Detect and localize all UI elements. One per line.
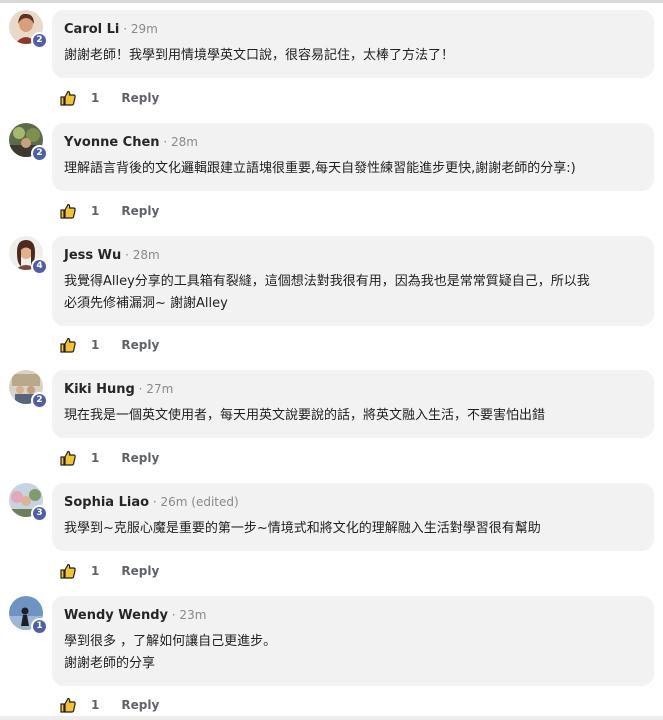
thumbs-up-icon[interactable] xyxy=(60,450,76,466)
author-name[interactable]: Sophia Liao xyxy=(64,495,149,510)
comment-actions: 1 Reply xyxy=(60,695,159,715)
author-name[interactable]: Wendy Wendy xyxy=(64,608,168,623)
rank-badge: 2 xyxy=(31,145,48,162)
comment-actions: 1 Reply xyxy=(60,561,159,581)
comment-bubble: Yvonne Chen · 28m 理解語言背後的文化邏輯跟建立語塊很重要,每天… xyxy=(52,123,654,191)
comment-timestamp[interactable]: · 29m xyxy=(119,22,158,36)
comment-bubble: Kiki Hung · 27m 現在我是一個英文使用者，每天用英文說要說的話，將… xyxy=(52,370,654,438)
comment-bubble: Wendy Wendy · 23m 學到很多 ，了解如何讓自己更進步。 謝謝老師… xyxy=(52,596,654,686)
comment-bubble: Jess Wu · 28m 我覺得Alley分享的工具箱有裂縫，這個想法對我很有… xyxy=(52,236,654,326)
author-name[interactable]: Yvonne Chen xyxy=(64,135,160,150)
comment-header: Jess Wu · 28m xyxy=(64,246,642,265)
top-divider xyxy=(0,0,663,3)
like-count: 1 xyxy=(91,451,100,465)
thumbs-up-icon[interactable] xyxy=(60,337,76,353)
avatar[interactable]: 2 xyxy=(9,370,48,412)
comment-header: Carol Li · 29m xyxy=(64,20,642,39)
reply-button[interactable]: Reply xyxy=(121,91,159,105)
comment-actions: 1 Reply xyxy=(60,335,159,355)
like-count: 1 xyxy=(91,698,100,712)
comment-header: Kiki Hung · 27m xyxy=(64,380,642,399)
reply-button[interactable]: Reply xyxy=(121,338,159,352)
rank-badge: 2 xyxy=(31,32,48,49)
like-count: 1 xyxy=(91,338,100,352)
reply-button[interactable]: Reply xyxy=(121,451,159,465)
comment-header: Yvonne Chen · 28m xyxy=(64,133,642,152)
comment-header: Sophia Liao · 26m (edited) xyxy=(64,493,642,512)
avatar[interactable]: 4 xyxy=(9,236,48,278)
rank-badge: 4 xyxy=(31,258,48,275)
comment-timestamp[interactable]: · 26m (edited) xyxy=(149,495,239,509)
comment-timestamp[interactable]: · 23m xyxy=(168,608,207,622)
comment-actions: 1 Reply xyxy=(60,448,159,468)
comment-bubble: Sophia Liao · 26m (edited) 我學到~克服心魔是重要的第… xyxy=(52,483,654,551)
comment-line: 理解語言背後的文化邏輯跟建立語塊很重要,每天自發性練習能進步更快,謝謝老師的分享… xyxy=(64,161,576,176)
comment-timestamp[interactable]: · 28m xyxy=(160,135,198,149)
like-count: 1 xyxy=(91,91,100,105)
comment-text: 我學到~克服心魔是重要的第一步~情境式和將文化的理解融入生活對學習很有幫助 xyxy=(64,518,642,540)
thumbs-up-icon[interactable] xyxy=(60,90,76,106)
avatar[interactable]: 3 xyxy=(9,483,48,525)
reply-button[interactable]: Reply xyxy=(121,564,159,578)
thumbs-up-icon[interactable] xyxy=(60,697,76,713)
avatar[interactable]: 2 xyxy=(9,123,48,165)
like-count: 1 xyxy=(91,564,100,578)
comment-line: 謝謝老師的分享 xyxy=(64,656,156,671)
comment-line: 現在我是一個英文使用者，每天用英文說要說的話，將英文融入生活，不要害怕出錯 xyxy=(64,408,546,423)
comment-actions: 1 Reply xyxy=(60,201,159,221)
avatar[interactable]: 2 xyxy=(9,10,48,52)
comment-timestamp[interactable]: · 28m xyxy=(121,248,160,262)
reply-button[interactable]: Reply xyxy=(121,698,159,712)
like-count: 1 xyxy=(91,204,100,218)
comment-line: 必須先修補漏洞~ 謝謝Alley xyxy=(64,296,228,311)
comment-text: 學到很多 ，了解如何讓自己更進步。 謝謝老師的分享 xyxy=(64,631,642,675)
comment-bubble: Carol Li · 29m 謝謝老師！我學到用情境學英文口說，很容易記住，太棒… xyxy=(52,10,654,78)
comment-actions: 1 Reply xyxy=(60,88,159,108)
comment-line: 我學到~克服心魔是重要的第一步~情境式和將文化的理解融入生活對學習很有幫助 xyxy=(64,521,541,536)
rank-badge: 3 xyxy=(31,505,48,522)
comment-text: 謝謝老師！我學到用情境學英文口說，很容易記住，太棒了方法了！ xyxy=(64,45,642,67)
bottom-divider xyxy=(0,716,663,720)
thumbs-up-icon[interactable] xyxy=(60,563,76,579)
thumbs-up-icon[interactable] xyxy=(60,203,76,219)
comment-line: 我覺得Alley分享的工具箱有裂縫，這個想法對我很有用，因為我也是常常質疑自己，… xyxy=(64,274,590,289)
author-name[interactable]: Jess Wu xyxy=(64,248,121,263)
comment-line: 學到很多 ，了解如何讓自己更進步。 xyxy=(64,634,277,649)
comment-header: Wendy Wendy · 23m xyxy=(64,606,642,625)
reply-button[interactable]: Reply xyxy=(121,204,159,218)
comment-text: 理解語言背後的文化邏輯跟建立語塊很重要,每天自發性練習能進步更快,謝謝老師的分享… xyxy=(64,158,642,180)
author-name[interactable]: Kiki Hung xyxy=(64,382,135,397)
author-name[interactable]: Carol Li xyxy=(64,22,119,37)
comment-text: 我覺得Alley分享的工具箱有裂縫，這個想法對我很有用，因為我也是常常質疑自己，… xyxy=(64,271,642,315)
rank-badge: 2 xyxy=(31,392,48,409)
comment-line: 謝謝老師！我學到用情境學英文口說，很容易記住，太棒了方法了！ xyxy=(64,48,455,63)
comment-timestamp[interactable]: · 27m xyxy=(135,382,174,396)
avatar[interactable]: 1 xyxy=(9,596,48,638)
rank-badge: 1 xyxy=(31,618,48,635)
comment-text: 現在我是一個英文使用者，每天用英文說要說的話，將英文融入生活，不要害怕出錯 xyxy=(64,405,642,427)
